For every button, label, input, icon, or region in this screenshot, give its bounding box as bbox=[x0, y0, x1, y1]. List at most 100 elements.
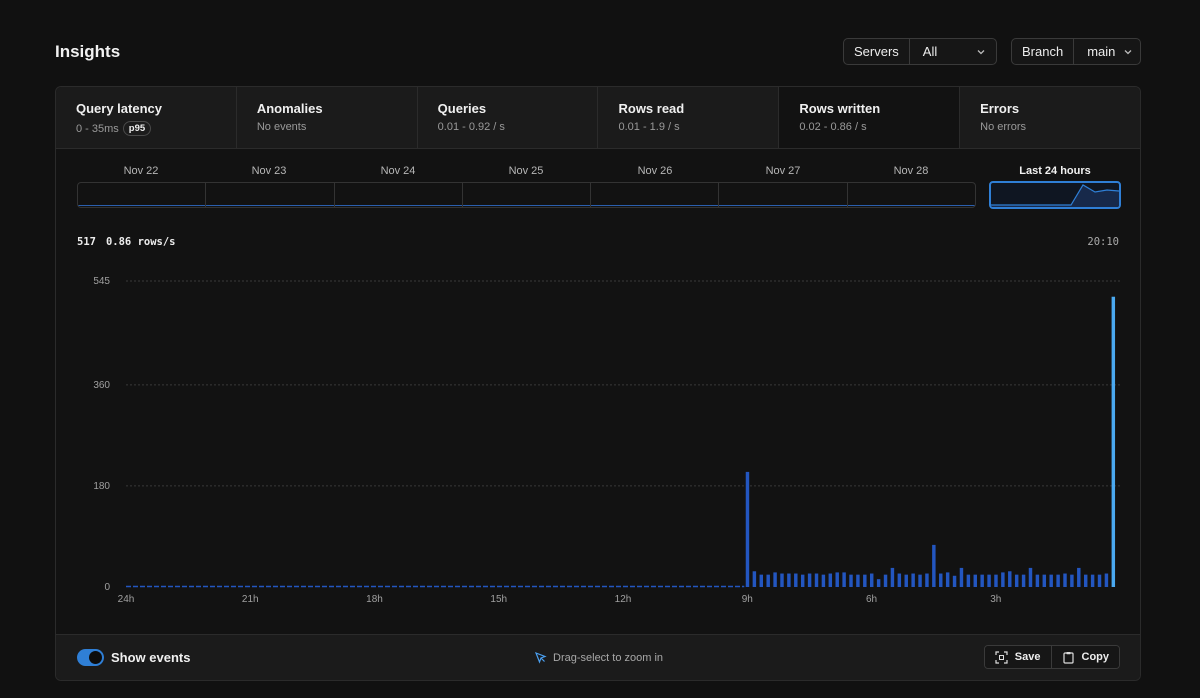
chart-bar bbox=[1090, 574, 1095, 587]
chart-bar bbox=[994, 574, 998, 587]
show-events-toggle[interactable] bbox=[77, 649, 104, 666]
servers-value: All bbox=[922, 44, 938, 59]
branch-value: main bbox=[1087, 44, 1116, 59]
tab-anomalies[interactable]: Anomalies No events bbox=[236, 87, 418, 148]
chart-bar bbox=[973, 574, 977, 587]
copy-label: Copy bbox=[1081, 651, 1110, 663]
tab-queries[interactable]: Queries 0.01 - 0.92 / s bbox=[417, 87, 599, 148]
chart-bar bbox=[883, 574, 888, 587]
chart-bar bbox=[939, 573, 943, 587]
day-strip bbox=[77, 182, 976, 208]
chart-bar bbox=[787, 573, 791, 587]
y-tick-label: 180 bbox=[93, 481, 110, 492]
tab-sub: No errors bbox=[980, 121, 1026, 133]
chart-bar bbox=[752, 571, 757, 587]
chart-bar bbox=[952, 575, 957, 587]
tab-errors[interactable]: Errors No errors bbox=[960, 87, 1140, 148]
page-title: Insights bbox=[55, 42, 121, 61]
servers-filter: Servers All bbox=[843, 38, 997, 65]
chart-bar bbox=[835, 572, 839, 587]
chart-bar bbox=[966, 574, 971, 587]
day-label: Nov 26 bbox=[637, 165, 673, 177]
chart-bar bbox=[759, 574, 764, 587]
clipboard-icon bbox=[1062, 651, 1074, 664]
chart-bar bbox=[1063, 573, 1067, 587]
chart-bar bbox=[932, 544, 936, 587]
day-cell[interactable] bbox=[78, 183, 207, 207]
day-cell[interactable] bbox=[206, 183, 335, 207]
chart-bar bbox=[821, 574, 826, 587]
hover-readout: 517 0.86 rows/s bbox=[77, 236, 176, 248]
servers-select[interactable]: All bbox=[910, 39, 996, 64]
chart-bar bbox=[911, 573, 915, 587]
readout-time: 20:10 bbox=[1087, 236, 1119, 248]
screenshot-icon bbox=[995, 650, 1008, 664]
tab-rows-written[interactable]: Rows written 0.02 - 0.86 / s bbox=[779, 87, 961, 148]
readout-value: 517 bbox=[77, 236, 96, 248]
day-label: Nov 27 bbox=[765, 165, 801, 177]
tab-name: Rows written bbox=[799, 101, 881, 116]
chart-bar bbox=[1028, 567, 1033, 587]
rows-written-chart[interactable]: 0 180 360 545 24h 21h 18h 15h 12h 9h 6h 3h bbox=[56, 267, 1141, 627]
save-button[interactable]: Save bbox=[984, 646, 1051, 668]
chart-bar bbox=[1035, 574, 1040, 587]
last-24h-range[interactable] bbox=[989, 181, 1121, 209]
branch-select[interactable]: main bbox=[1074, 39, 1143, 64]
tab-name: Queries bbox=[437, 101, 487, 116]
day-label: Nov 24 bbox=[380, 165, 416, 177]
chart-bar bbox=[1001, 572, 1005, 587]
tab-sub: 0.01 - 1.9 / s bbox=[618, 121, 680, 133]
chart-bar bbox=[1097, 574, 1102, 587]
x-tick-label: 6h bbox=[866, 594, 877, 605]
tab-name: Errors bbox=[980, 101, 1020, 116]
chart-footer: Show events Drag-select to zoom in Save … bbox=[56, 634, 1140, 680]
day-range-selector: Nov 22 Nov 23 Nov 24 Nov 25 Nov 26 Nov 2… bbox=[77, 165, 1121, 211]
chart-bar bbox=[1021, 574, 1026, 587]
day-label: Nov 22 bbox=[123, 165, 159, 177]
chart-bar bbox=[1056, 574, 1060, 587]
tab-sub: 0.01 - 0.92 / s bbox=[437, 121, 505, 133]
day-cell[interactable] bbox=[847, 183, 975, 207]
day-cell[interactable] bbox=[719, 183, 848, 207]
tab-name: Rows read bbox=[618, 101, 685, 116]
insights-card: Query latency 0 - 35ms p95 Anomalies No e… bbox=[55, 86, 1141, 681]
day-label: Nov 23 bbox=[251, 165, 287, 177]
chart-bar bbox=[800, 574, 805, 587]
chart-bar bbox=[945, 572, 950, 587]
chart-bar bbox=[897, 573, 902, 587]
tab-sub: 0.02 - 0.86 / s bbox=[799, 121, 867, 133]
show-events-label: Show events bbox=[111, 650, 191, 665]
export-buttons: Save Copy bbox=[983, 645, 1120, 669]
chart-bar bbox=[1049, 574, 1053, 587]
chart-bar bbox=[856, 574, 860, 587]
chart-bar bbox=[1070, 574, 1074, 587]
tab-query-latency[interactable]: Query latency 0 - 35ms p95 bbox=[56, 87, 237, 148]
chart-bar bbox=[904, 574, 908, 587]
day-cell[interactable] bbox=[462, 183, 592, 207]
chart-bar bbox=[828, 573, 833, 587]
chart-bar bbox=[863, 574, 867, 587]
chart-bar bbox=[870, 573, 874, 587]
day-label: Nov 28 bbox=[893, 165, 929, 177]
chart-bar bbox=[745, 471, 750, 587]
chart-bar bbox=[980, 574, 984, 587]
x-tick-label: 18h bbox=[366, 594, 383, 605]
day-cell[interactable] bbox=[334, 183, 463, 207]
chart-bar bbox=[1077, 567, 1081, 587]
y-tick-label: 545 bbox=[93, 276, 110, 287]
cursor-select-icon bbox=[534, 651, 547, 664]
tab-sub: No events bbox=[256, 121, 307, 133]
tab-sub: 0 - 35ms bbox=[76, 122, 119, 135]
zoom-hint: Drag-select to zoom in bbox=[534, 651, 663, 664]
tab-rows-read[interactable]: Rows read 0.01 - 1.9 / s bbox=[598, 87, 780, 148]
copy-button[interactable]: Copy bbox=[1050, 646, 1119, 668]
x-tick-label: 15h bbox=[490, 594, 507, 605]
day-cell[interactable] bbox=[591, 183, 720, 207]
chart-bar bbox=[849, 574, 853, 587]
y-tick-label: 360 bbox=[93, 380, 110, 391]
chart-bar bbox=[987, 574, 991, 587]
chart-bar bbox=[890, 567, 895, 587]
chart-bar bbox=[1083, 574, 1088, 587]
chart-bar bbox=[925, 573, 929, 587]
x-tick-label: 9h bbox=[742, 594, 753, 605]
